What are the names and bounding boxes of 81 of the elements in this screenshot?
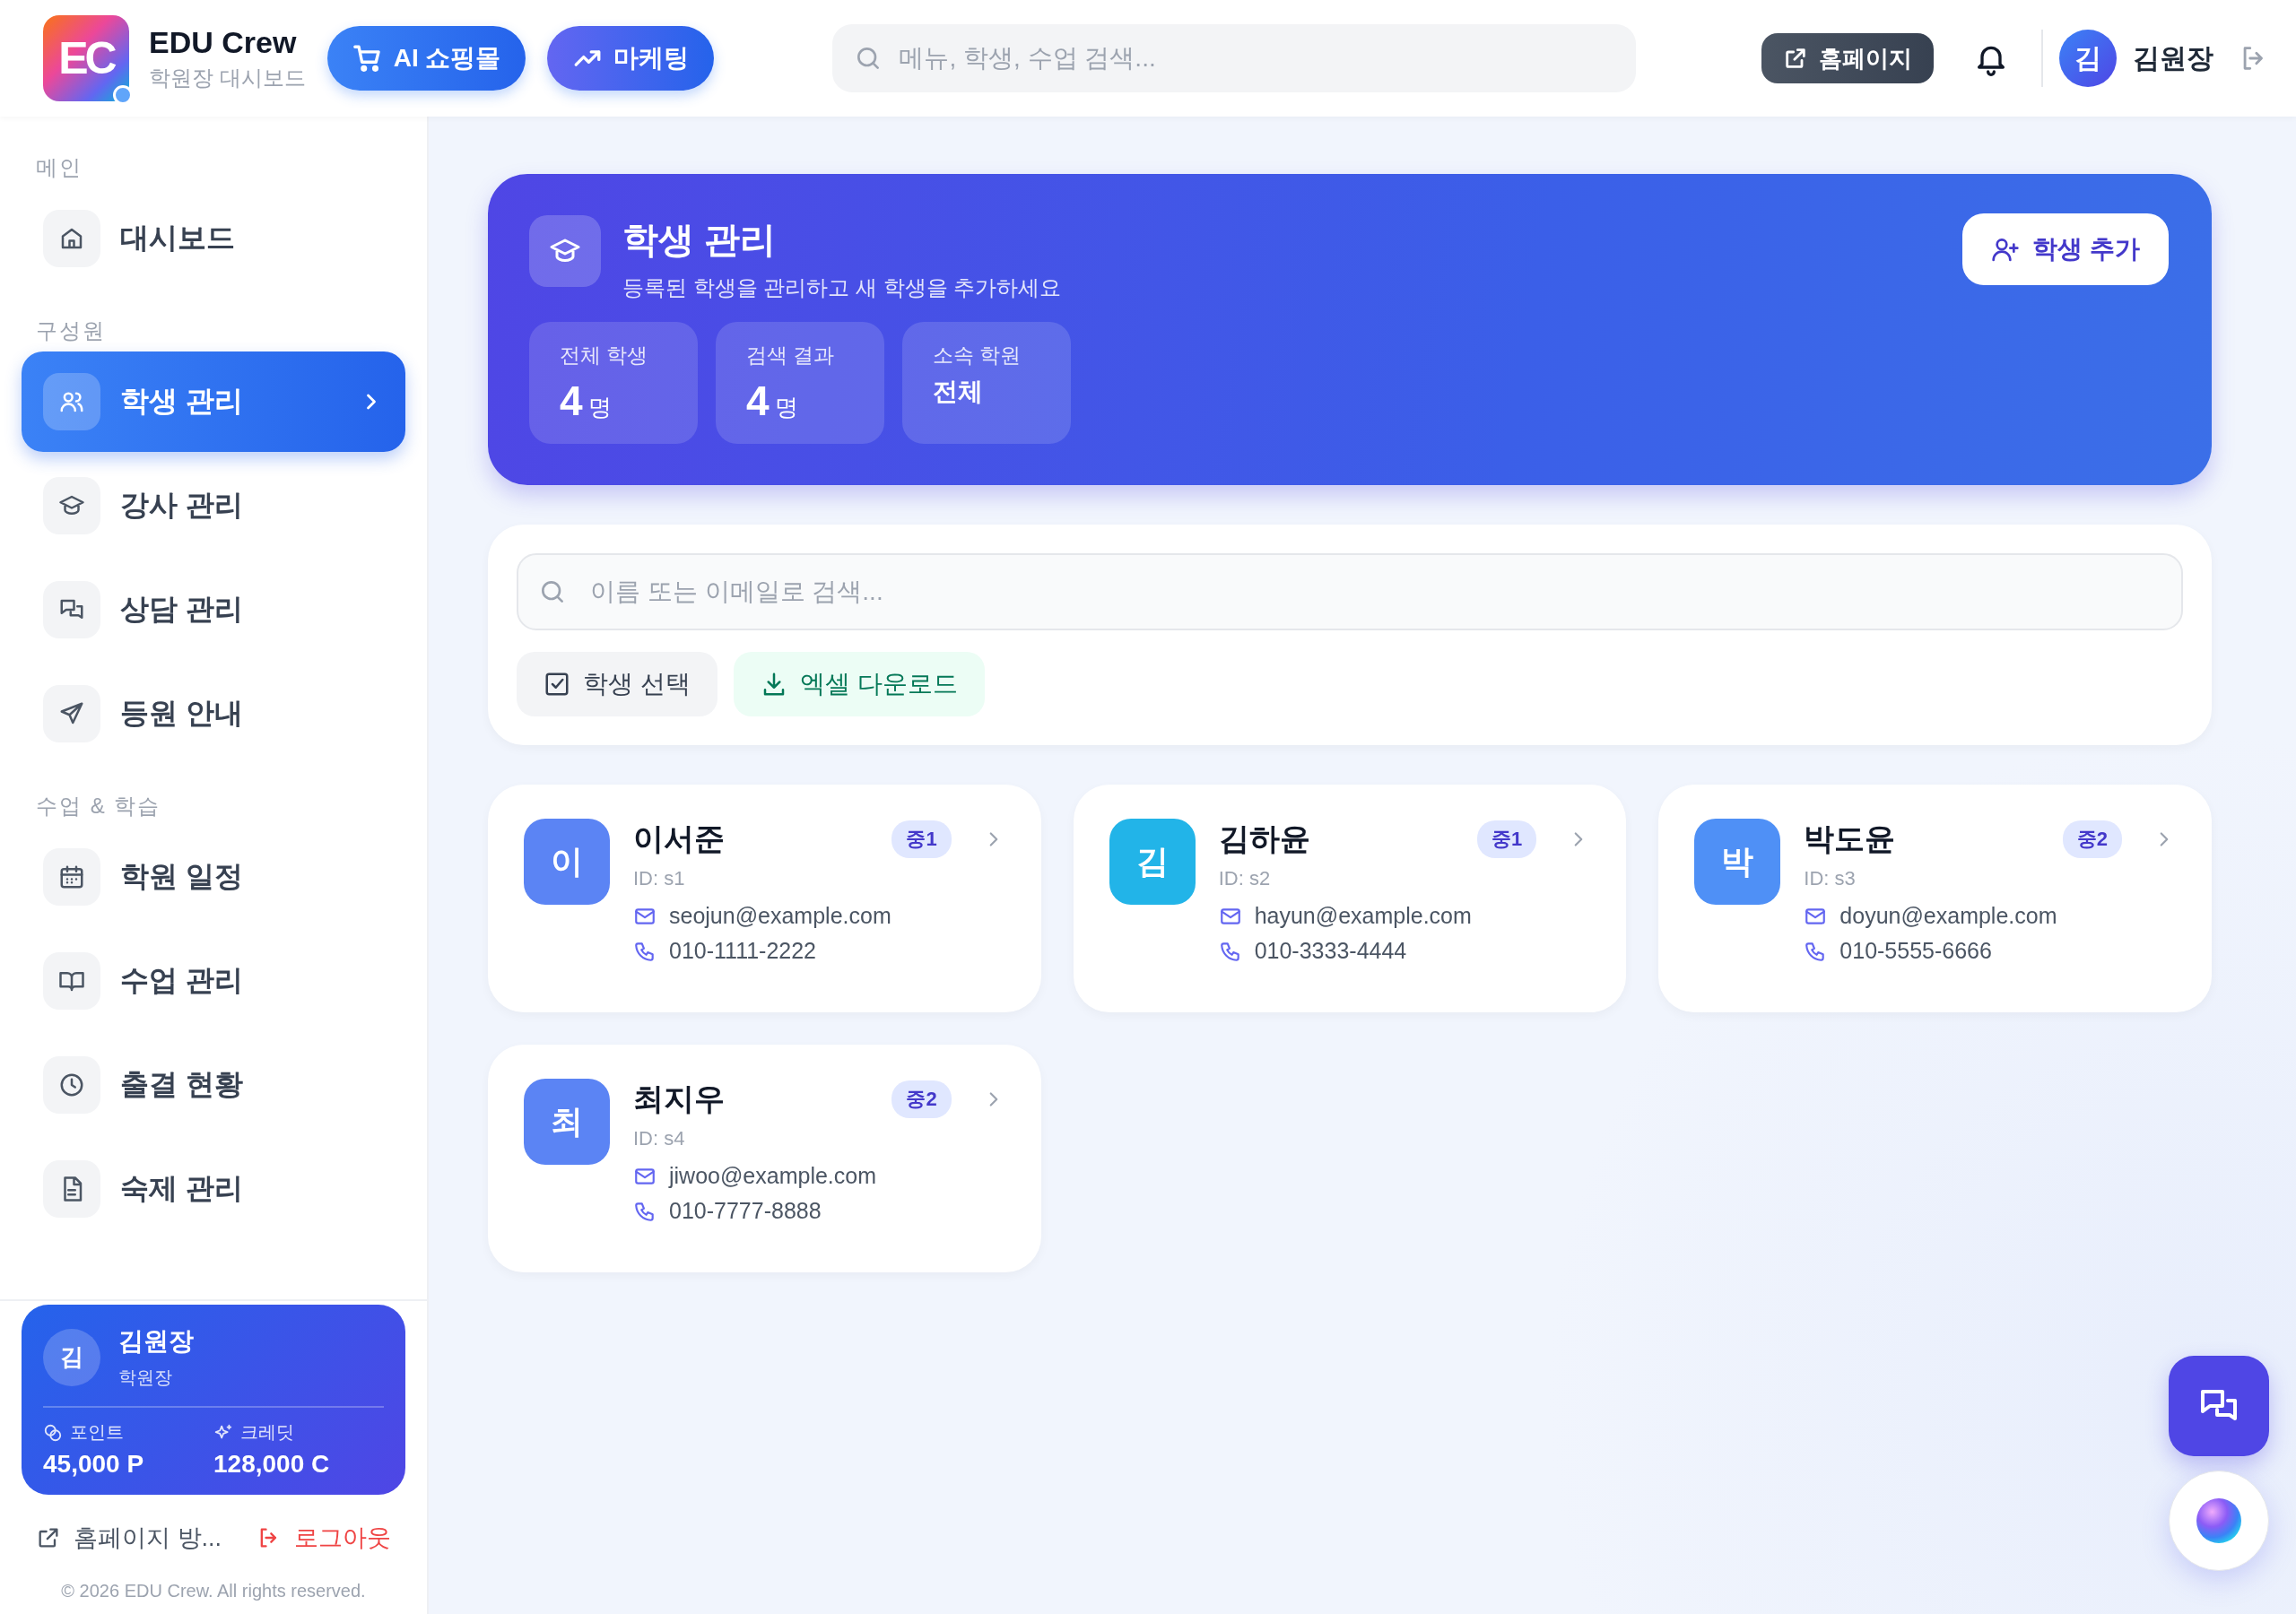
student-card[interactable]: 이 이서준 중1 ID: s1 seojun@example.com 010-1111-2222 <box>488 785 1041 1012</box>
brand-subtitle: 학원장 대시보드 <box>149 64 306 91</box>
cart-icon <box>352 43 383 74</box>
stat-label: 소속 학원 <box>933 343 1022 369</box>
section-label: 구성원 <box>35 317 107 344</box>
student-phone: 010-1111-2222 <box>669 938 817 964</box>
coins-icon <box>43 1422 63 1443</box>
external-link-icon <box>1783 46 1808 71</box>
stat-unit: 명 <box>587 393 612 422</box>
add-student-button[interactable]: 학생 추가 <box>1962 213 2169 285</box>
search-field[interactable]: 이름 또는 이메일로 검색... <box>517 553 2183 630</box>
student-phone: 010-7777-8888 <box>669 1198 822 1224</box>
student-card[interactable]: 박 박도윤 중2 ID: s3 doyun@example.com 010-5555-6666 <box>1658 785 2212 1012</box>
profile-role: 학원장 <box>118 1367 173 1389</box>
section-label: 수업 & 학습 <box>35 793 162 820</box>
student-card[interactable]: 김 김하윤 중1 ID: s2 hayun@example.com 010-3333-4444 <box>1073 785 1627 1012</box>
calendar-icon <box>58 863 85 890</box>
student-id: ID: s2 <box>1218 867 1272 890</box>
student-email: doyun@example.com <box>1839 903 2057 929</box>
section-label: 메인 <box>35 154 83 181</box>
student-id: ID: s4 <box>633 1127 686 1150</box>
student-id: ID: s1 <box>633 867 686 890</box>
student-name: 최지우 <box>633 1080 726 1117</box>
grade-badge: 중1 <box>1477 820 1537 858</box>
logout-link[interactable]: 로그아웃 <box>257 1522 391 1554</box>
clock-icon <box>58 1072 85 1098</box>
page-title: 학생 관리 <box>622 219 778 261</box>
sidebar-item[interactable]: 학원 일정 <box>22 827 405 927</box>
student-name: 김하윤 <box>1218 820 1311 857</box>
student-id: ID: s3 <box>1804 867 1857 890</box>
sidebar-item[interactable]: 학생 관리 <box>22 351 405 452</box>
nav-button[interactable]: AI 쇼핑몰 <box>326 26 526 91</box>
sidebar-item[interactable]: 등원 안내 <box>22 664 405 764</box>
user-name: 김원장 <box>2133 41 2213 74</box>
profile-name: 김원장 <box>118 1326 194 1357</box>
student-name: 박도윤 <box>1804 820 1897 857</box>
student-avatar: 김 <box>1109 819 1196 905</box>
student-name: 이서준 <box>633 820 726 857</box>
nav-button[interactable]: 마케팅 <box>547 26 715 91</box>
sidebar-item[interactable]: 숙제 관리 <box>22 1139 405 1239</box>
stat-value: 128,000 C <box>213 1450 331 1479</box>
student-phone: 010-3333-4444 <box>1254 938 1407 964</box>
stat-value: 45,000 P <box>43 1450 145 1479</box>
grade-badge: 중2 <box>891 1080 952 1118</box>
stat-label: 검색 결과 <box>746 343 836 369</box>
page-subtitle: 등록된 학생을 관리하고 새 학생을 추가하세요 <box>622 274 1062 301</box>
download-button[interactable]: 엑셀 다운로드 <box>733 652 985 716</box>
stat-label: 포인트 <box>70 1421 124 1444</box>
user-avatar[interactable]: 김 <box>2059 30 2117 87</box>
stat-unit: 명 <box>774 393 798 422</box>
homepage-button[interactable]: 홈페이지 <box>1761 33 1934 83</box>
grade-badge: 중2 <box>2062 820 2122 858</box>
orb-icon <box>2196 1498 2241 1543</box>
student-card[interactable]: 최 최지우 중2 ID: s4 jiwoo@example.com 010-7777-8888 <box>488 1045 1041 1272</box>
student-avatar: 최 <box>524 1079 610 1165</box>
student-phone: 010-5555-6666 <box>1839 938 1992 964</box>
checkbox-icon <box>544 671 570 698</box>
stat-value: 전체 <box>933 377 984 407</box>
profile-avatar: 김 <box>43 1328 100 1386</box>
copyright: © 2026 EDU Crew. All rights reserved. <box>60 1580 367 1602</box>
sidebar-item[interactable]: 출결 현황 <box>22 1035 405 1135</box>
student-avatar: 이 <box>524 819 610 905</box>
grade-badge: 중1 <box>891 820 952 858</box>
select-button[interactable]: 학생 선택 <box>517 652 718 716</box>
student-avatar: 박 <box>1694 819 1781 905</box>
stat-label: 크레딧 <box>240 1421 294 1444</box>
chat-button[interactable] <box>2169 1356 2269 1456</box>
stat-value: 4 <box>746 377 770 425</box>
student-email: jiwoo@example.com <box>669 1163 877 1189</box>
stat-value: 4 <box>560 377 583 425</box>
sidebar-item[interactable]: 강사 관리 <box>22 456 405 556</box>
stat-label: 전체 학생 <box>560 343 649 369</box>
sidebar-item[interactable]: 수업 관리 <box>22 931 405 1031</box>
sidebar-item[interactable]: 대시보드 <box>22 188 405 289</box>
sidebar-item[interactable]: 상담 관리 <box>22 560 405 660</box>
student-email: hayun@example.com <box>1254 903 1472 929</box>
homepage-link[interactable]: 홈페이지 방... <box>36 1522 222 1554</box>
search-field[interactable]: 메뉴, 학생, 수업 검색... <box>832 24 1637 92</box>
brand-name: EDU Crew <box>149 24 298 60</box>
student-email: seojun@example.com <box>669 903 891 929</box>
logo[interactable]: EC <box>43 15 129 101</box>
